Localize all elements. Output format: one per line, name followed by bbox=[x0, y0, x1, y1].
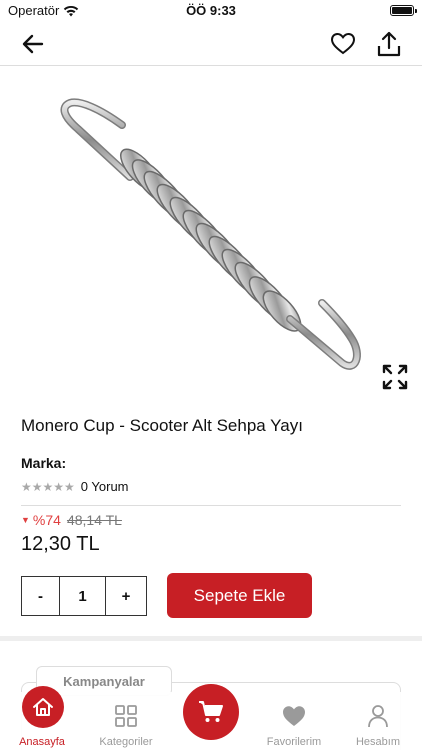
battery-icon bbox=[390, 5, 417, 16]
tab-home-label: Anasayfa bbox=[19, 736, 65, 748]
add-to-cart-button[interactable]: Sepete Ekle bbox=[167, 573, 312, 618]
rating-stars: ★★★★★ bbox=[21, 479, 75, 494]
tab-categories-label: Kategoriler bbox=[99, 736, 153, 748]
tab-bar: Anasayfa Kategoriler Favorilerim Hesabım bbox=[0, 684, 422, 750]
back-arrow-icon[interactable] bbox=[20, 32, 46, 56]
tab-favorites[interactable]: Favorilerim bbox=[254, 703, 334, 748]
rating-row[interactable]: ★★★★★ 0 Yorum bbox=[21, 479, 129, 494]
heart-icon bbox=[283, 706, 305, 726]
tab-categories[interactable]: Kategoriler bbox=[86, 703, 166, 748]
old-price: 48,14 TL bbox=[66, 512, 122, 528]
home-icon-circle bbox=[22, 686, 64, 728]
tab-home[interactable]: Anasayfa bbox=[2, 686, 82, 748]
heart-icon[interactable] bbox=[330, 31, 356, 57]
status-bar: Operatör ÖÖ 9:33 bbox=[0, 0, 422, 22]
tab-favorites-label: Favorilerim bbox=[266, 736, 322, 748]
expand-icon[interactable] bbox=[382, 364, 408, 390]
quantity-value[interactable]: 1 bbox=[60, 577, 106, 615]
review-count: 0 Yorum bbox=[80, 479, 129, 494]
discount-badge: %74 bbox=[32, 512, 61, 528]
current-price: 12,30 TL bbox=[21, 533, 100, 555]
product-title: Monero Cup - Scooter Alt Sehpa Yayı bbox=[21, 416, 303, 435]
divider bbox=[21, 505, 401, 506]
tab-account[interactable]: Hesabım bbox=[338, 703, 418, 748]
tab-account-label: Hesabım bbox=[355, 736, 401, 748]
price-row: ▼ %74 48,14 TL bbox=[21, 512, 122, 528]
brand-label: Marka: bbox=[21, 455, 67, 471]
home-icon bbox=[33, 698, 53, 716]
section-separator bbox=[0, 636, 422, 641]
spring-coils bbox=[120, 148, 302, 332]
decrease-button[interactable]: - bbox=[22, 577, 60, 615]
product-image[interactable] bbox=[0, 67, 422, 397]
increase-button[interactable]: + bbox=[106, 577, 146, 615]
cart-button[interactable] bbox=[183, 684, 239, 740]
nav-bar bbox=[0, 22, 422, 66]
quantity-stepper: - 1 + bbox=[21, 576, 147, 616]
user-icon bbox=[368, 705, 388, 728]
grid-icon bbox=[115, 705, 137, 727]
down-arrow-icon: ▼ bbox=[21, 515, 30, 525]
status-time: ÖÖ 9:33 bbox=[186, 3, 236, 18]
share-icon[interactable] bbox=[376, 30, 402, 58]
cart-icon bbox=[199, 701, 223, 722]
